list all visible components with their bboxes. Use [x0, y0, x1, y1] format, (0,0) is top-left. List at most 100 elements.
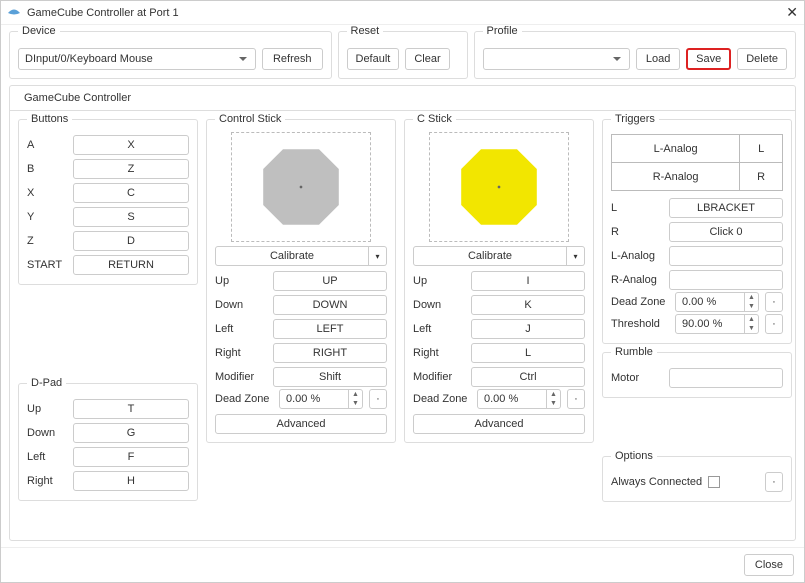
l-analog-cell[interactable]: L-Analog: [612, 135, 740, 163]
map-button[interactable]: [669, 270, 783, 290]
cstick-deadzone-spinner[interactable]: 0.00 % ▲▼: [477, 389, 561, 409]
clear-button[interactable]: Clear: [405, 48, 449, 70]
map-button[interactable]: UP: [273, 271, 387, 291]
map-button[interactable]: L: [471, 343, 585, 363]
control-calibrate-button[interactable]: Calibrate: [215, 246, 369, 266]
close-button[interactable]: Close: [744, 554, 794, 576]
l-cell[interactable]: L: [740, 135, 783, 163]
map-button[interactable]: F: [73, 447, 189, 467]
device-group: Device DInput/0/Keyboard Mouse Refresh: [9, 31, 332, 79]
control-deadzone-label: Dead Zone: [215, 393, 273, 405]
map-button[interactable]: I: [471, 271, 585, 291]
map-button[interactable]: [669, 246, 783, 266]
control-calibrate-dropdown[interactable]: ▾: [369, 246, 387, 266]
map-label: Up: [413, 275, 465, 287]
load-button[interactable]: Load: [636, 48, 680, 70]
map-button[interactable]: LEFT: [273, 319, 387, 339]
trig-threshold-extra[interactable]: ·: [765, 314, 783, 334]
buttons-legend: Buttons: [27, 113, 72, 125]
control-deadzone-spinner[interactable]: 0.00 % ▲▼: [279, 389, 363, 409]
map-button[interactable]: DOWN: [273, 295, 387, 315]
map-label: Modifier: [215, 371, 267, 383]
map-button[interactable]: C: [73, 183, 189, 203]
device-selected: DInput/0/Keyboard Mouse: [25, 53, 153, 65]
cstick-deadzone-label: Dead Zone: [413, 393, 471, 405]
map-button[interactable]: Ctrl: [471, 367, 585, 387]
profile-combo[interactable]: [483, 48, 631, 70]
save-button[interactable]: Save: [686, 48, 731, 70]
triggers-group: Triggers L-AnalogL R-AnalogR LLBRACKETRC…: [602, 119, 792, 344]
control-stick-visual: [231, 132, 371, 242]
rumble-group: Rumble Motor: [602, 352, 792, 398]
c-stick-legend: C Stick: [413, 113, 456, 125]
map-label: Modifier: [413, 371, 465, 383]
buttons-group: Buttons AXBZXCYSZDSTARTRETURN: [18, 119, 198, 285]
control-advanced-button[interactable]: Advanced: [215, 414, 387, 434]
cstick-calibrate-dropdown[interactable]: ▾: [567, 246, 585, 266]
map-button[interactable]: G: [73, 423, 189, 443]
map-button[interactable]: X: [73, 135, 189, 155]
profile-group: Profile Load Save Delete: [474, 31, 797, 79]
map-button[interactable]: H: [73, 471, 189, 491]
map-button[interactable]: D: [73, 231, 189, 251]
control-stick-legend: Control Stick: [215, 113, 285, 125]
titlebar: GameCube Controller at Port 1 ✕: [1, 1, 804, 25]
options-group: Options Always Connected ·: [602, 456, 792, 502]
map-button[interactable]: K: [471, 295, 585, 315]
map-label: L: [611, 202, 663, 214]
map-label: L-Analog: [611, 250, 663, 262]
control-deadzone-value: 0.00 %: [280, 390, 348, 408]
trig-threshold-label: Threshold: [611, 318, 669, 330]
r-analog-cell[interactable]: R-Analog: [612, 163, 740, 191]
close-icon[interactable]: ✕: [786, 4, 798, 21]
options-extra[interactable]: ·: [765, 472, 783, 492]
trig-deadzone-label: Dead Zone: [611, 296, 669, 308]
default-button[interactable]: Default: [347, 48, 400, 70]
map-label: Right: [27, 475, 67, 487]
refresh-button[interactable]: Refresh: [262, 48, 323, 70]
map-button[interactable]: RETURN: [73, 255, 189, 275]
window-title: GameCube Controller at Port 1: [27, 7, 786, 19]
map-button[interactable]: T: [73, 399, 189, 419]
always-connected-label: Always Connected: [611, 476, 702, 488]
map-button[interactable]: S: [73, 207, 189, 227]
delete-button[interactable]: Delete: [737, 48, 787, 70]
triggers-table: L-AnalogL R-AnalogR: [611, 134, 783, 191]
control-deadzone-extra[interactable]: ·: [369, 389, 387, 409]
map-button[interactable]: LBRACKET: [669, 198, 783, 218]
map-button[interactable]: Z: [73, 159, 189, 179]
map-label: Down: [413, 299, 465, 311]
trig-deadzone-value: 0.00 %: [676, 293, 744, 311]
map-label: Y: [27, 211, 67, 223]
map-button[interactable]: Shift: [273, 367, 387, 387]
triggers-legend: Triggers: [611, 113, 659, 125]
trig-threshold-spinner[interactable]: 90.00 % ▲▼: [675, 314, 759, 334]
tab-gamecube[interactable]: GameCube Controller: [18, 90, 137, 106]
motor-button[interactable]: [669, 368, 783, 388]
map-button[interactable]: J: [471, 319, 585, 339]
map-label: Left: [413, 323, 465, 335]
r-cell[interactable]: R: [740, 163, 783, 191]
map-button[interactable]: RIGHT: [273, 343, 387, 363]
cstick-advanced-button[interactable]: Advanced: [413, 414, 585, 434]
cstick-deadzone-value: 0.00 %: [478, 390, 546, 408]
always-connected-checkbox[interactable]: [708, 476, 720, 488]
cstick-calibrate-button[interactable]: Calibrate: [413, 246, 567, 266]
trig-deadzone-spinner[interactable]: 0.00 % ▲▼: [675, 292, 759, 312]
map-button[interactable]: Click 0: [669, 222, 783, 242]
map-label: Up: [27, 403, 67, 415]
reset-group: Reset Default Clear: [338, 31, 468, 79]
control-stick-group: Control Stick Calibrate ▾ UpUPDownDOWNLe…: [206, 119, 396, 443]
dpad-legend: D-Pad: [27, 377, 66, 389]
cstick-deadzone-extra[interactable]: ·: [567, 389, 585, 409]
options-legend: Options: [611, 450, 657, 462]
rumble-legend: Rumble: [611, 346, 657, 358]
device-combo[interactable]: DInput/0/Keyboard Mouse: [18, 48, 256, 70]
map-label: Right: [413, 347, 465, 359]
map-label: Right: [215, 347, 267, 359]
device-legend: Device: [18, 25, 60, 37]
map-label: B: [27, 163, 67, 175]
map-label: START: [27, 259, 67, 271]
trig-deadzone-extra[interactable]: ·: [765, 292, 783, 312]
app-icon: [7, 8, 21, 18]
